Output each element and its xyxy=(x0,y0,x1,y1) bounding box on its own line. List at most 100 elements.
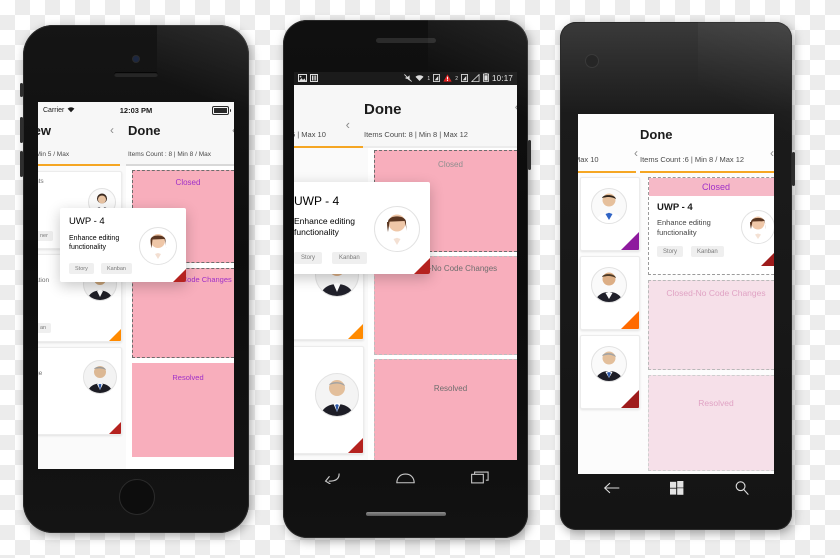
ios-status-bar: Carrier 12:03 PM xyxy=(38,102,234,118)
volume-key[interactable] xyxy=(792,152,795,186)
windows-phone-device: Done Max 10 ‹ Items Count :6 | Min 8 / M… xyxy=(560,22,795,530)
android-column-titles: ‹ Done ‹ xyxy=(294,99,517,132)
card-priority-corner xyxy=(621,311,639,329)
avatar xyxy=(83,360,117,394)
battery-icon xyxy=(482,73,489,84)
sim2-label: 2 xyxy=(455,75,458,82)
column-subtitle-done: Items Count: 8 | Min 8 | Max 12 xyxy=(364,130,468,139)
warning-icon xyxy=(443,73,452,84)
card-priority-corner xyxy=(109,329,121,341)
search-icon[interactable] xyxy=(735,480,749,500)
avatar xyxy=(741,210,774,244)
column-title-done: Done xyxy=(128,123,161,138)
card-tag: an xyxy=(38,323,52,333)
column-subtitle-left: | Min 5 / Max xyxy=(38,151,70,158)
drop-zone-resolved[interactable]: Resolved xyxy=(132,363,234,457)
chevron-left-icon-left-column[interactable]: ‹ xyxy=(110,123,114,137)
card-tag-story: Story xyxy=(69,263,94,274)
card-priority-corner xyxy=(348,438,363,453)
windows-board: Closed UWP - 4 Enhance editing functiona… xyxy=(578,173,774,474)
card-description: Enhance editing functionality xyxy=(69,235,120,252)
windows-logo-icon[interactable] xyxy=(670,480,684,500)
sim-card-icon xyxy=(310,73,318,84)
column-subtitle-left: Max 10 xyxy=(578,155,599,164)
card-priority-corner xyxy=(621,390,639,408)
chevron-left-icon-done-column[interactable]: ‹ xyxy=(770,146,774,160)
signal-icon xyxy=(470,73,480,84)
back-arrow-icon[interactable] xyxy=(322,471,340,489)
card-tag-kanban: Kanban xyxy=(691,246,724,257)
card-title: UWP - 4 xyxy=(294,194,340,208)
back-arrow-icon[interactable] xyxy=(603,481,620,499)
avatar xyxy=(315,373,359,417)
wifi-icon xyxy=(415,74,424,84)
sim1-label: 1 xyxy=(427,75,431,82)
sim2-signal-icon xyxy=(460,73,468,84)
drop-zone-closed[interactable]: Closed UWP - 4 Enhance editing functiona… xyxy=(648,177,774,275)
list-item[interactable] xyxy=(580,256,640,330)
home-icon[interactable] xyxy=(396,471,415,489)
avatar xyxy=(591,188,627,224)
column-title-done: Done xyxy=(364,101,402,118)
column-title-left: iew xyxy=(38,123,51,138)
ios-board: nts ner ation an xyxy=(38,166,234,469)
drop-zone-label: Closed xyxy=(175,178,201,187)
home-button[interactable] xyxy=(119,479,155,515)
avatar xyxy=(139,227,177,265)
dragging-card[interactable]: UWP - 4 Enhance editing functionality St… xyxy=(60,208,186,282)
android-device: 1 2 10:17 ‹ Done 5 | Max 10 Items Count:… xyxy=(283,20,531,538)
card-tag-story: Story xyxy=(657,246,684,257)
card-priority-corner xyxy=(761,244,774,266)
list-item[interactable] xyxy=(580,335,640,409)
list-item[interactable]: ge xyxy=(38,347,122,435)
windows-navigation-bar xyxy=(578,475,774,505)
card-priority-corner xyxy=(348,324,363,339)
card-tag-kanban: Kanban xyxy=(332,252,367,264)
earpiece-speaker xyxy=(114,72,158,77)
mute-switch[interactable] xyxy=(20,83,23,97)
earpiece-speaker xyxy=(375,38,436,43)
drop-zone-resolved[interactable]: Resolved xyxy=(374,359,517,460)
windows-kanban-app: Done Max 10 ‹ Items Count :6 | Min 8 / M… xyxy=(578,114,774,474)
volume-up-key[interactable] xyxy=(20,117,23,143)
windows-column-titles: Done xyxy=(578,126,774,144)
drop-zone-label: Resolved xyxy=(698,398,734,408)
status-time: 10:17 xyxy=(491,74,513,83)
ios-appbar: iew ‹ Done ‹ | Min 5 / Max Ite xyxy=(38,118,234,166)
list-item[interactable] xyxy=(580,177,640,251)
android-kanban-app: 1 2 10:17 ‹ Done 5 | Max 10 Items Count:… xyxy=(294,72,517,460)
android-screen: 1 2 10:17 ‹ Done 5 | Max 10 Items Count:… xyxy=(294,72,517,460)
drop-zone-resolved[interactable]: Resolved xyxy=(648,375,774,471)
android-appbar: ‹ Done ‹ 5 | Max 10 Items Count: 8 | Min… xyxy=(294,85,517,148)
card-tag-kanban: Kanban xyxy=(101,263,132,274)
column-subtitle-left: 5 | Max 10 xyxy=(294,130,326,139)
card-tag-story: Story xyxy=(294,252,323,264)
card-description: nts xyxy=(38,178,44,185)
ios-kanban-app: Carrier 12:03 PM iew ‹ xyxy=(38,102,234,469)
card-priority-corner xyxy=(414,258,430,274)
card-title: UWP - 4 xyxy=(69,216,105,227)
list-item[interactable] xyxy=(294,346,364,454)
card-priority-corner xyxy=(173,269,186,282)
column-subtitle-done: Items Count : 8 | Min 8 / Max xyxy=(128,151,211,158)
android-navigation-bar xyxy=(294,466,517,494)
board-column-left[interactable] xyxy=(578,173,644,474)
iphone-screen: Carrier 12:03 PM iew ‹ xyxy=(38,102,234,469)
volume-key[interactable] xyxy=(528,140,531,170)
volume-down-key[interactable] xyxy=(20,151,23,177)
chevron-left-icon-left-column[interactable]: ‹ xyxy=(634,146,638,160)
device-chin-speaker xyxy=(365,512,446,516)
image-icon xyxy=(298,73,307,84)
board-column-done[interactable]: Closed UWP - 4 Enhance editing functiona… xyxy=(644,173,774,474)
battery-full-icon xyxy=(212,105,231,115)
chevron-left-icon-done-column[interactable]: ‹ xyxy=(515,99,517,114)
drop-zone-closed-no-code[interactable]: Closed-No Code Changes xyxy=(648,280,774,370)
avatar xyxy=(591,267,627,303)
windows-appbar: Done Max 10 ‹ Items Count :6 | Min 8 / M… xyxy=(578,114,774,173)
chevron-left-icon-done-column[interactable]: ‹ xyxy=(232,123,234,137)
dragging-card[interactable]: UWP - 4 Enhance editing functionality St… xyxy=(294,182,430,274)
recents-icon[interactable] xyxy=(471,471,489,489)
front-camera xyxy=(586,55,598,67)
column-title-done: Done xyxy=(640,127,673,142)
card-description: Enhance editing functionality xyxy=(294,216,355,238)
